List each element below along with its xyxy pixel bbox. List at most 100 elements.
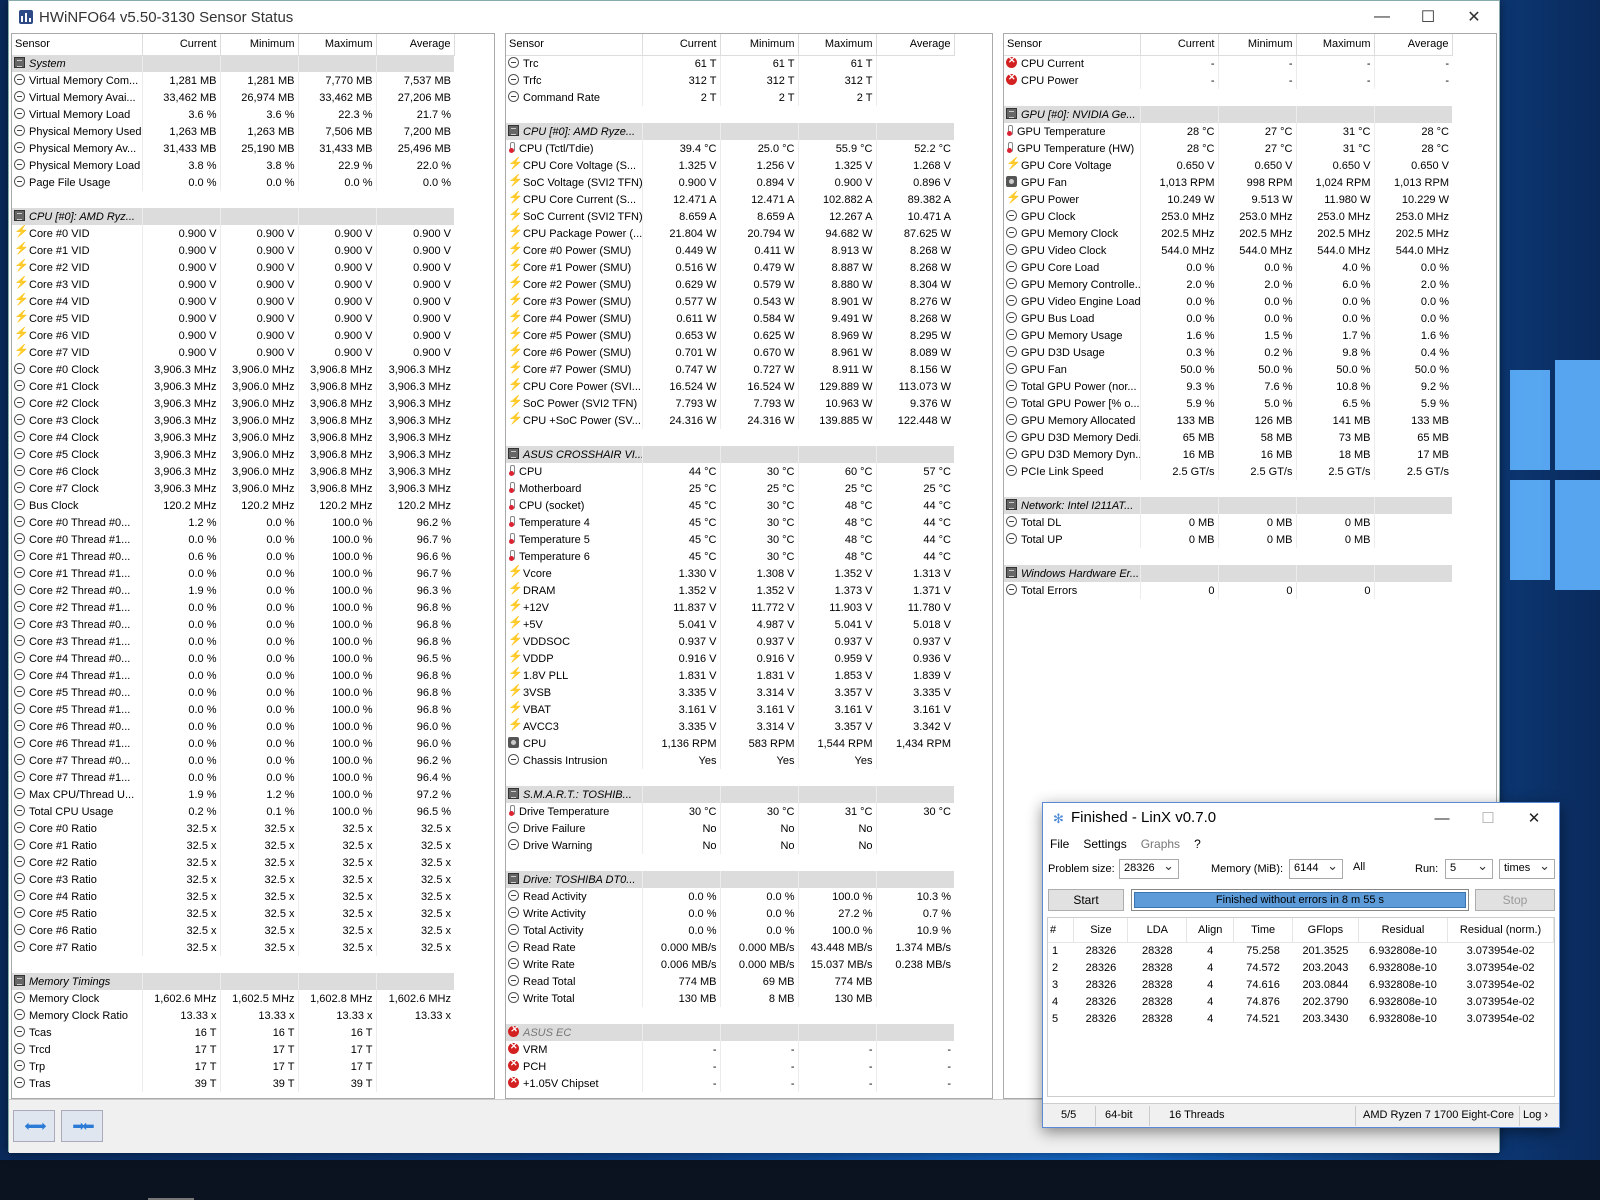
sensor-row[interactable]: GPU Video Engine Load 0.0 % 0.0 % 0.0 % 0.0 …	[1004, 293, 1452, 310]
sensor-row[interactable]: Write Total 130 MB 8 MB 130 MB	[506, 990, 954, 1007]
results-column-header[interactable]: Size	[1073, 918, 1129, 943]
sensor-row[interactable]: Motherboard 25 °C 25 °C 25 °C 25 °C	[506, 480, 954, 497]
sensor-row[interactable]: Write Rate 0.006 MB/s 0.000 MB/s 15.037 MB/…	[506, 956, 954, 973]
sensor-row[interactable]: GPU Fan 1,013 RPM 998 RPM 1,024 RPM 1,013 RP…	[1004, 174, 1452, 191]
sensor-row[interactable]: +1.05V Chipset----	[506, 1075, 954, 1092]
maximize-icon[interactable]: ☐	[1405, 1, 1451, 33]
sensor-row[interactable]: CPU +SoC Power (SV...24.316 W24.316 W139…	[506, 412, 954, 429]
minimize-icon[interactable]: —	[1359, 1, 1405, 33]
column-header-current[interactable]: Current	[142, 34, 221, 56]
sensor-row[interactable]: Core #3 Thread #0... 0.0 % 0.0 % 100.0 % 96.…	[12, 616, 454, 633]
sensor-row[interactable]: GPU Temperature (HW) 28 °C 27 °C 31 °C 28 °C	[1004, 140, 1452, 157]
sensor-row[interactable]: Tcas 16 T 16 T 16 T	[12, 1024, 454, 1041]
sensor-row[interactable]: GPU Temperature 28 °C 27 °C 31 °C 28 °C	[1004, 123, 1452, 140]
sensor-row[interactable]: 1.8V PLL1.831 V1.831 V1.853 V1.839 V	[506, 667, 954, 684]
results-row[interactable]: 5 28326 28328 4 74.521 203.3430 6.932808e-10 3.…	[1048, 1010, 1554, 1027]
menu-graphs[interactable]: Graphs	[1134, 833, 1187, 851]
sensor-row[interactable]: Core #5 Clock 3,906.3 MHz 3,906.0 MHz 3,906…	[12, 446, 454, 463]
all-checkbox-label[interactable]: All	[1353, 861, 1365, 873]
sensor-row[interactable]: Core #7 Ratio 32.5 x 32.5 x 32.5 x 32.5 x	[12, 939, 454, 956]
menu-file[interactable]: File	[1043, 833, 1076, 851]
sensor-row[interactable]: GPU D3D Memory Dyn... 16 MB 16 MB 18 MB 17 M…	[1004, 446, 1452, 463]
sensor-row[interactable]: Drive Temperature 30 °C 30 °C 31 °C 30 °C	[506, 803, 954, 820]
sensor-row[interactable]: Core #4 Clock 3,906.3 MHz 3,906.0 MHz 3,906…	[12, 429, 454, 446]
sensor-row[interactable]: Temperature 5 45 °C 30 °C 48 °C 44 °C	[506, 531, 954, 548]
sensor-row[interactable]: Core #0 Power (SMU) 0.449 W0.411 W8.913 W…	[506, 242, 954, 259]
sensor-row[interactable]: Core #5 Thread #1... 0.0 % 0.0 % 100.0 % 96.…	[12, 701, 454, 718]
sensor-group-row[interactable]: Network: Intel I211AT...	[1004, 497, 1452, 514]
results-column-header[interactable]: LDA	[1127, 918, 1188, 943]
sensor-row[interactable]: Core #4 Thread #0... 0.0 % 0.0 % 100.0 % 96.…	[12, 650, 454, 667]
sensor-row[interactable]: GPU D3D Usage 0.3 % 0.2 % 9.8 % 0.4 %	[1004, 344, 1452, 361]
sensor-row[interactable]: Core #1 Ratio 32.5 x 32.5 x 32.5 x 32.5 x	[12, 837, 454, 854]
sensor-row[interactable]: Core #3 Power (SMU) 0.577 W0.543 W8.901 W…	[506, 293, 954, 310]
menu-settings[interactable]: Settings	[1076, 833, 1133, 851]
sensor-row[interactable]: Core #1 Thread #0... 0.6 % 0.0 % 100.0 % 96.…	[12, 548, 454, 565]
sensor-row[interactable]: Trp 17 T 17 T 17 T	[12, 1058, 454, 1075]
sensor-row[interactable]: CPU (Tctl/Tdie) 39.4 °C 25.0 °C 55.9 °C 52.2…	[506, 140, 954, 157]
sensor-row[interactable]: Core #4 Power (SMU) 0.611 W0.584 W9.491 W…	[506, 310, 954, 327]
menu-help[interactable]: ?	[1187, 833, 1208, 851]
sensor-row[interactable]: GPU Bus Load 0.0 % 0.0 % 0.0 % 0.0 %	[1004, 310, 1452, 327]
sensor-row[interactable]: Memory Clock Ratio 13.33 x 13.33 x 13.33 x1…	[12, 1007, 454, 1024]
sensor-row[interactable]: PCH----	[506, 1058, 954, 1075]
sensor-row[interactable]: Core #6 Ratio 32.5 x 32.5 x 32.5 x 32.5 x	[12, 922, 454, 939]
sensor-row[interactable]: Core #2 VID0.900 V0.900 V0.900 V0.900 V	[12, 259, 454, 276]
sensor-row[interactable]: Read Rate 0.000 MB/s 0.000 MB/s 43.448 MB/s…	[506, 939, 954, 956]
results-column-header[interactable]: Align	[1186, 918, 1235, 943]
column-header-maximum[interactable]: Maximum	[798, 34, 877, 56]
sensor-row[interactable]: Max CPU/Thread U... 1.9 % 1.2 % 100.0 % 97.2…	[12, 786, 454, 803]
sensor-row[interactable]: Core #0 Clock 3,906.3 MHz 3,906.0 MHz 3,906…	[12, 361, 454, 378]
sensor-row[interactable]: Write Activity 0.0 % 0.0 % 27.2 % 0.7 %	[506, 905, 954, 922]
sensor-row[interactable]: Core #2 Ratio 32.5 x 32.5 x 32.5 x 32.5 x	[12, 854, 454, 871]
sensor-row[interactable]: GPU Power 10.249 W9.513 W11.980 W10.229 W	[1004, 191, 1452, 208]
sensor-row[interactable]: Drive Failure No No No	[506, 820, 954, 837]
sensor-row[interactable]: Read Total 774 MB 69 MB 774 MB	[506, 973, 954, 990]
sensor-row[interactable]: GPU Memory Clock 202.5 MHz 202.5 MHz 202.5 …	[1004, 225, 1452, 242]
expand-arrows-icon[interactable]: ⬅➡	[13, 1110, 55, 1142]
sensor-row[interactable]: VRM----	[506, 1041, 954, 1058]
results-column-header[interactable]: Residual	[1358, 918, 1449, 943]
linx-minimize-icon[interactable]: —	[1419, 803, 1465, 833]
column-header-average[interactable]: Average	[376, 34, 455, 56]
linx-close-icon[interactable]: ✕	[1511, 803, 1557, 833]
sensor-row[interactable]: VBAT3.161 V3.161 V3.161 V3.161 V	[506, 701, 954, 718]
sensor-row[interactable]: Core #2 Thread #1... 0.0 % 0.0 % 100.0 % 96.…	[12, 599, 454, 616]
sensor-row[interactable]: CPU Core Power (SVI...16.524 W16.524 W12…	[506, 378, 954, 395]
sensor-row[interactable]: Core #6 Power (SMU) 0.701 W0.670 W8.961 W…	[506, 344, 954, 361]
column-header-sensor[interactable]: Sensor	[1004, 34, 1141, 56]
sensor-row[interactable]: GPU Memory Allocated 133 MB 126 MB 141 MB 13…	[1004, 412, 1452, 429]
sensor-row[interactable]: CPU Package Power (...21.804 W20.794 W94…	[506, 225, 954, 242]
sensor-row[interactable]: Core #3 Ratio 32.5 x 32.5 x 32.5 x 32.5 x	[12, 871, 454, 888]
column-header-minimum[interactable]: Minimum	[1218, 34, 1297, 56]
run-unit-select[interactable]: times	[1499, 858, 1555, 879]
sensor-group-row[interactable]: CPU [#0]: AMD Ryze...	[506, 123, 954, 140]
column-header-current[interactable]: Current	[642, 34, 721, 56]
sensor-row[interactable]: Core #2 Power (SMU) 0.629 W0.579 W8.880 W…	[506, 276, 954, 293]
sensor-row[interactable]: Core #7 Clock 3,906.3 MHz 3,906.0 MHz 3,906…	[12, 480, 454, 497]
sensor-row[interactable]: Core #4 Ratio 32.5 x 32.5 x 32.5 x 32.5 x	[12, 888, 454, 905]
sensor-row[interactable]: Core #2 Thread #0... 1.9 % 0.0 % 100.0 % 96.…	[12, 582, 454, 599]
sensor-row[interactable]: Core #3 Thread #1... 0.0 % 0.0 % 100.0 % 96.…	[12, 633, 454, 650]
sensor-row[interactable]: VDDSOC0.937 V0.937 V0.937 V0.937 V	[506, 633, 954, 650]
sensor-row[interactable]: VDDP0.916 V0.916 V0.959 V0.936 V	[506, 650, 954, 667]
sensor-group-row[interactable]: Drive: TOSHIBA DT0...	[506, 871, 954, 888]
sensor-row[interactable]: Physical Memory Load 3.8 % 3.8 % 22.9 % 22.0…	[12, 157, 454, 174]
sensor-row[interactable]: Total UP 0 MB 0 MB 0 MB	[1004, 531, 1452, 548]
sensor-row[interactable]: Page File Usage 0.0 % 0.0 % 0.0 % 0.0 %	[12, 174, 454, 191]
sensor-row[interactable]: Core #1 Clock 3,906.3 MHz 3,906.0 MHz 3,906…	[12, 378, 454, 395]
sensor-row[interactable]: Core #7 Thread #0... 0.0 % 0.0 % 100.0 % 96.…	[12, 752, 454, 769]
sensor-row[interactable]: Trc 61 T 61 T 61 T	[506, 55, 954, 72]
sensor-row[interactable]: Core #3 VID0.900 V0.900 V0.900 V0.900 V	[12, 276, 454, 293]
sensor-row[interactable]: Core #0 Thread #1... 0.0 % 0.0 % 100.0 % 96.…	[12, 531, 454, 548]
sensor-row[interactable]: PCIe Link Speed 2.5 GT/s 2.5 GT/s 2.5 GT/s 2…	[1004, 463, 1452, 480]
column-header-sensor[interactable]: Sensor	[506, 34, 643, 56]
sensor-row[interactable]: Core #0 VID0.900 V0.900 V0.900 V0.900 V	[12, 225, 454, 242]
sensor-group-row[interactable]: Memory Timings	[12, 973, 454, 990]
column-header-minimum[interactable]: Minimum	[720, 34, 799, 56]
column-header-sensor[interactable]: Sensor	[12, 34, 143, 56]
sensor-row[interactable]: GPU Core Load 0.0 % 0.0 % 4.0 % 0.0 %	[1004, 259, 1452, 276]
sensor-row[interactable]: Core #5 Power (SMU) 0.653 W0.625 W8.969 W…	[506, 327, 954, 344]
column-header-average[interactable]: Average	[1374, 34, 1453, 56]
sensor-row[interactable]: Physical Memory Used 1,263 MB 1,263 MB 7,50…	[12, 123, 454, 140]
